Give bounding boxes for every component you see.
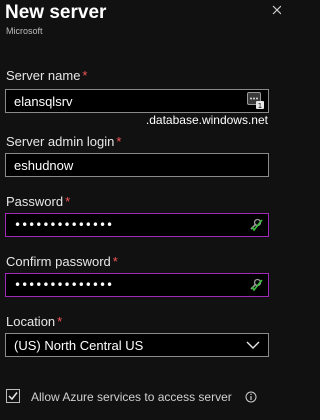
key-check-icon[interactable] <box>247 217 264 234</box>
admin-login-label: Server admin login * <box>6 134 122 149</box>
location-selected-value: (US) North Central US <box>14 338 144 353</box>
location-select[interactable]: (US) North Central US <box>5 333 269 357</box>
allow-azure-label: Allow Azure services to access server <box>31 390 232 404</box>
password-manager-icon[interactable]: 1 <box>247 92 264 109</box>
required-mark: * <box>116 134 122 149</box>
admin-login-input[interactable]: eshudnow <box>5 153 269 177</box>
server-name-input[interactable]: elansqlsrv 1 <box>5 89 269 113</box>
blade-title: New server <box>5 2 107 23</box>
confirm-password-input[interactable]: •••••••••••••• <box>5 273 269 297</box>
location-label: Location * <box>6 314 63 329</box>
password-label: Password * <box>6 194 71 209</box>
password-masked-value: •••••••••••••• <box>14 218 114 232</box>
close-icon[interactable] <box>271 4 281 18</box>
checkmark-icon <box>8 392 18 401</box>
required-mark: * <box>57 314 63 329</box>
key-check-icon[interactable] <box>247 277 264 294</box>
required-mark: * <box>112 254 118 269</box>
required-mark: * <box>82 68 88 83</box>
server-name-label: Server name * <box>6 68 88 83</box>
info-icon[interactable] <box>245 391 257 403</box>
confirm-password-masked-value: •••••••••••••• <box>14 278 114 292</box>
password-input[interactable]: •••••••••••••• <box>5 213 269 237</box>
server-name-suffix: .database.windows.net <box>145 113 268 127</box>
admin-login-value: eshudnow <box>14 158 74 173</box>
confirm-password-label: Confirm password * <box>6 254 118 269</box>
required-mark: * <box>65 194 71 209</box>
chevron-down-icon <box>246 341 260 349</box>
allow-azure-checkbox[interactable] <box>6 389 20 403</box>
svg-text:1: 1 <box>258 102 262 109</box>
blade-subtitle: Microsoft <box>6 26 43 36</box>
server-name-value: elansqlsrv <box>14 94 73 109</box>
